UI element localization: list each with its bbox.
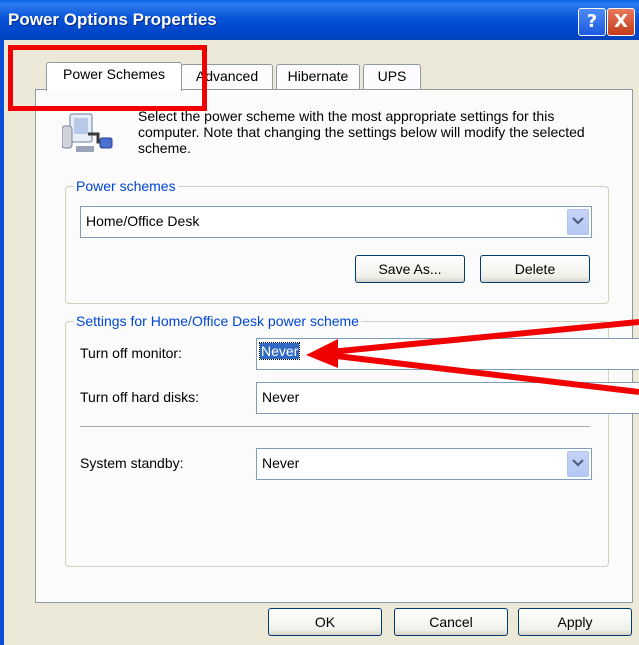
monitor-timeout-select[interactable]: Never xyxy=(256,338,639,370)
hard-disks-timeout-select[interactable]: Never xyxy=(256,382,639,414)
power-schemes-legend: Power schemes xyxy=(74,178,178,194)
settings-divider xyxy=(80,426,590,428)
power-schemes-group xyxy=(65,186,609,304)
chevron-down-icon[interactable] xyxy=(567,451,589,477)
apply-button[interactable]: Apply xyxy=(518,608,632,636)
power-scheme-select[interactable]: Home/Office Desk xyxy=(80,206,592,238)
standby-label: System standby: xyxy=(80,455,184,471)
hard-disks-label: Turn off hard disks: xyxy=(80,389,200,405)
tab-hibernate[interactable]: Hibernate xyxy=(276,64,360,89)
window-title: Power Options Properties xyxy=(8,10,217,29)
power-options-window: Power Options Properties ? X Power Schem… xyxy=(0,0,639,645)
description-text: Select the power scheme with the most ap… xyxy=(138,108,585,156)
hard-disks-timeout-value: Never xyxy=(262,389,300,405)
annotation-highlight-box xyxy=(8,45,207,111)
close-button[interactable]: X xyxy=(607,8,635,36)
tab-ups[interactable]: UPS xyxy=(363,64,421,89)
cancel-button[interactable]: Cancel xyxy=(394,608,508,636)
power-scheme-value: Home/Office Desk xyxy=(86,213,200,229)
ok-button[interactable]: OK xyxy=(268,608,382,636)
save-as-button[interactable]: Save As... xyxy=(355,255,465,283)
title-bar[interactable]: Power Options Properties ? X xyxy=(0,0,639,40)
help-button[interactable]: ? xyxy=(578,8,606,36)
monitor-label: Turn off monitor: xyxy=(80,345,182,361)
scheme-settings-legend: Settings for Home/Office Desk power sche… xyxy=(74,313,361,329)
monitor-timeout-value: Never xyxy=(258,342,301,360)
delete-button[interactable]: Delete xyxy=(480,255,590,283)
system-standby-value: Never xyxy=(262,455,300,471)
power-scheme-icon xyxy=(62,113,113,152)
system-standby-select[interactable]: Never xyxy=(256,448,592,480)
chevron-down-icon[interactable] xyxy=(567,209,589,235)
